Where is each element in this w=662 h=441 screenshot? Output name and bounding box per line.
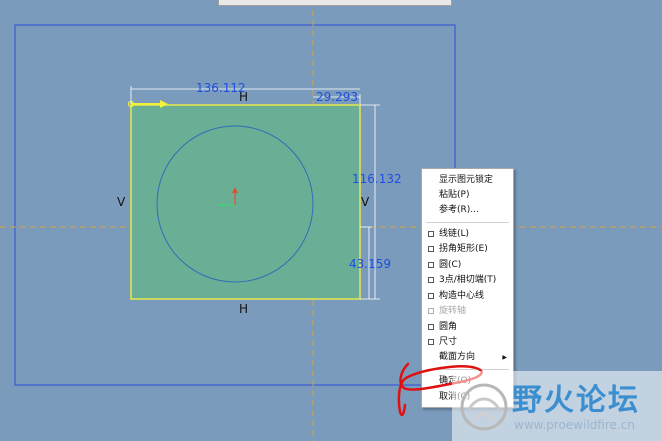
forum-watermark: 野火论坛 www.proewildfire.cn bbox=[452, 371, 662, 441]
watermark-url: www.proewildfire.cn bbox=[514, 418, 635, 432]
watermark-title: 野火论坛 bbox=[512, 383, 640, 418]
forum-logo-icon bbox=[460, 383, 508, 431]
